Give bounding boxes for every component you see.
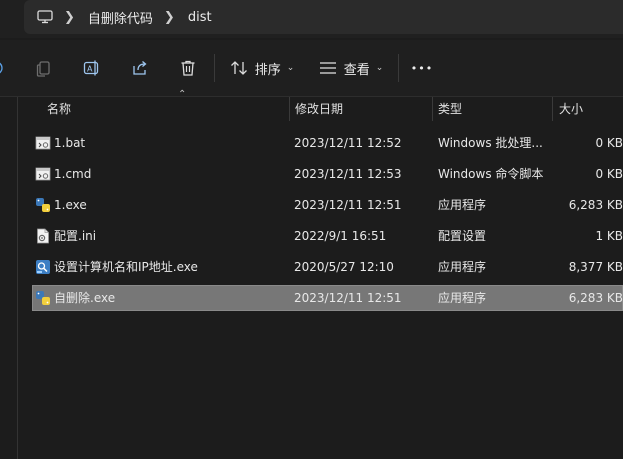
file-row[interactable]: 配置.ini 2022/9/1 16:51 配置设置 1 KB [32,223,623,249]
file-name: 配置.ini [54,229,97,243]
more-options-button[interactable]: ••• [406,40,438,96]
ini-file-icon [37,228,49,244]
file-row[interactable]: 1.cmd 2023/12/11 12:53 Windows 命令脚本 0 KB [32,161,623,187]
batch-file-icon [35,136,51,150]
file-modified: 2023/12/11 12:51 [294,198,402,212]
file-type: 应用程序 [438,260,487,274]
column-divider[interactable] [289,97,290,121]
column-header-modified[interactable]: 修改日期 [295,97,343,121]
file-row-selected[interactable]: 自删除.exe 2023/12/11 12:51 应用程序 6,283 KB [32,285,623,311]
file-size: 6,283 KB [568,198,623,212]
toolbar-divider [214,54,215,82]
column-header-type[interactable]: 类型 [438,97,462,121]
chevron-right-icon: ❯ [163,9,175,25]
this-pc-icon[interactable] [37,10,53,24]
file-type: 应用程序 [438,291,487,305]
rename-button[interactable]: A [78,40,106,96]
file-name: 1.cmd [54,167,92,181]
command-bar: A 排序 ⌄ 查看 ⌄ ••• [0,40,623,97]
file-modified: 2023/12/11 12:51 [294,291,402,305]
new-item-button[interactable] [0,40,10,96]
column-header: ⌃ 名称 修改日期 类型 大小 [18,89,623,123]
file-type: 应用程序 [438,198,487,212]
column-divider[interactable] [552,97,553,121]
trash-icon [181,60,195,76]
file-row[interactable]: 1.bat 2023/12/11 12:52 Windows 批处理... 0 … [32,130,623,156]
share-icon [133,61,147,75]
batch-file-icon [35,167,51,181]
view-icon [319,62,336,74]
python-exe-icon [36,291,50,305]
file-modified: 2022/9/1 16:51 [294,229,387,243]
breadcrumb-item-folder[interactable]: 自删除代码 [88,0,153,34]
file-name: 自删除.exe [54,291,116,305]
python-exe-icon [36,198,50,212]
toolbar-divider [398,54,399,82]
app-exe-icon [36,260,50,274]
new-icon [0,62,3,74]
file-modified: 2023/12/11 12:52 [294,136,402,150]
file-name: 1.exe [54,198,87,212]
file-modified: 2020/5/27 12:10 [294,260,394,274]
breadcrumb-item-dist[interactable]: dist [188,0,212,34]
breadcrumb[interactable]: ❯ 自删除代码 ❯ dist [24,0,623,34]
navigation-pane[interactable] [0,97,18,459]
file-size: 0 KB [595,136,623,150]
more-icon: ••• [410,61,434,75]
file-size: 1 KB [595,229,623,243]
chevron-right-icon: ❯ [64,9,75,25]
file-size: 8,377 KB [568,260,623,274]
share-button[interactable] [126,40,154,96]
file-row[interactable]: 1.exe 2023/12/11 12:51 应用程序 6,283 KB [32,192,623,218]
column-header-name[interactable]: 名称 [47,97,71,121]
file-name: 1.bat [54,136,86,150]
chevron-down-icon: ⌄ [375,63,384,73]
file-size: 6,283 KB [568,291,623,305]
file-row[interactable]: 设置计算机名和IP地址.exe 2020/5/27 12:10 应用程序 8,3… [32,254,623,280]
view-button[interactable]: 查看 ⌄ [316,40,386,96]
sort-icon [230,61,247,75]
file-type: 配置设置 [438,229,487,243]
copy-button[interactable] [30,40,58,96]
file-type: Windows 命令脚本 [438,167,544,181]
file-name: 设置计算机名和IP地址.exe [54,260,198,274]
file-modified: 2023/12/11 12:53 [294,167,402,181]
rename-icon: A [83,60,99,76]
delete-button[interactable] [174,40,202,96]
file-size: 0 KB [595,167,623,181]
column-header-size[interactable]: 大小 [559,97,583,121]
sort-button[interactable]: 排序 ⌄ [228,40,296,96]
chevron-down-icon: ⌄ [286,63,295,73]
file-type: Windows 批处理... [438,136,543,150]
address-bar: ❯ 自删除代码 ❯ dist [0,0,623,38]
sort-ascending-icon: ⌃ [178,89,187,100]
svg-text:A: A [87,65,93,74]
copy-icon [36,61,50,77]
column-divider[interactable] [432,97,433,121]
